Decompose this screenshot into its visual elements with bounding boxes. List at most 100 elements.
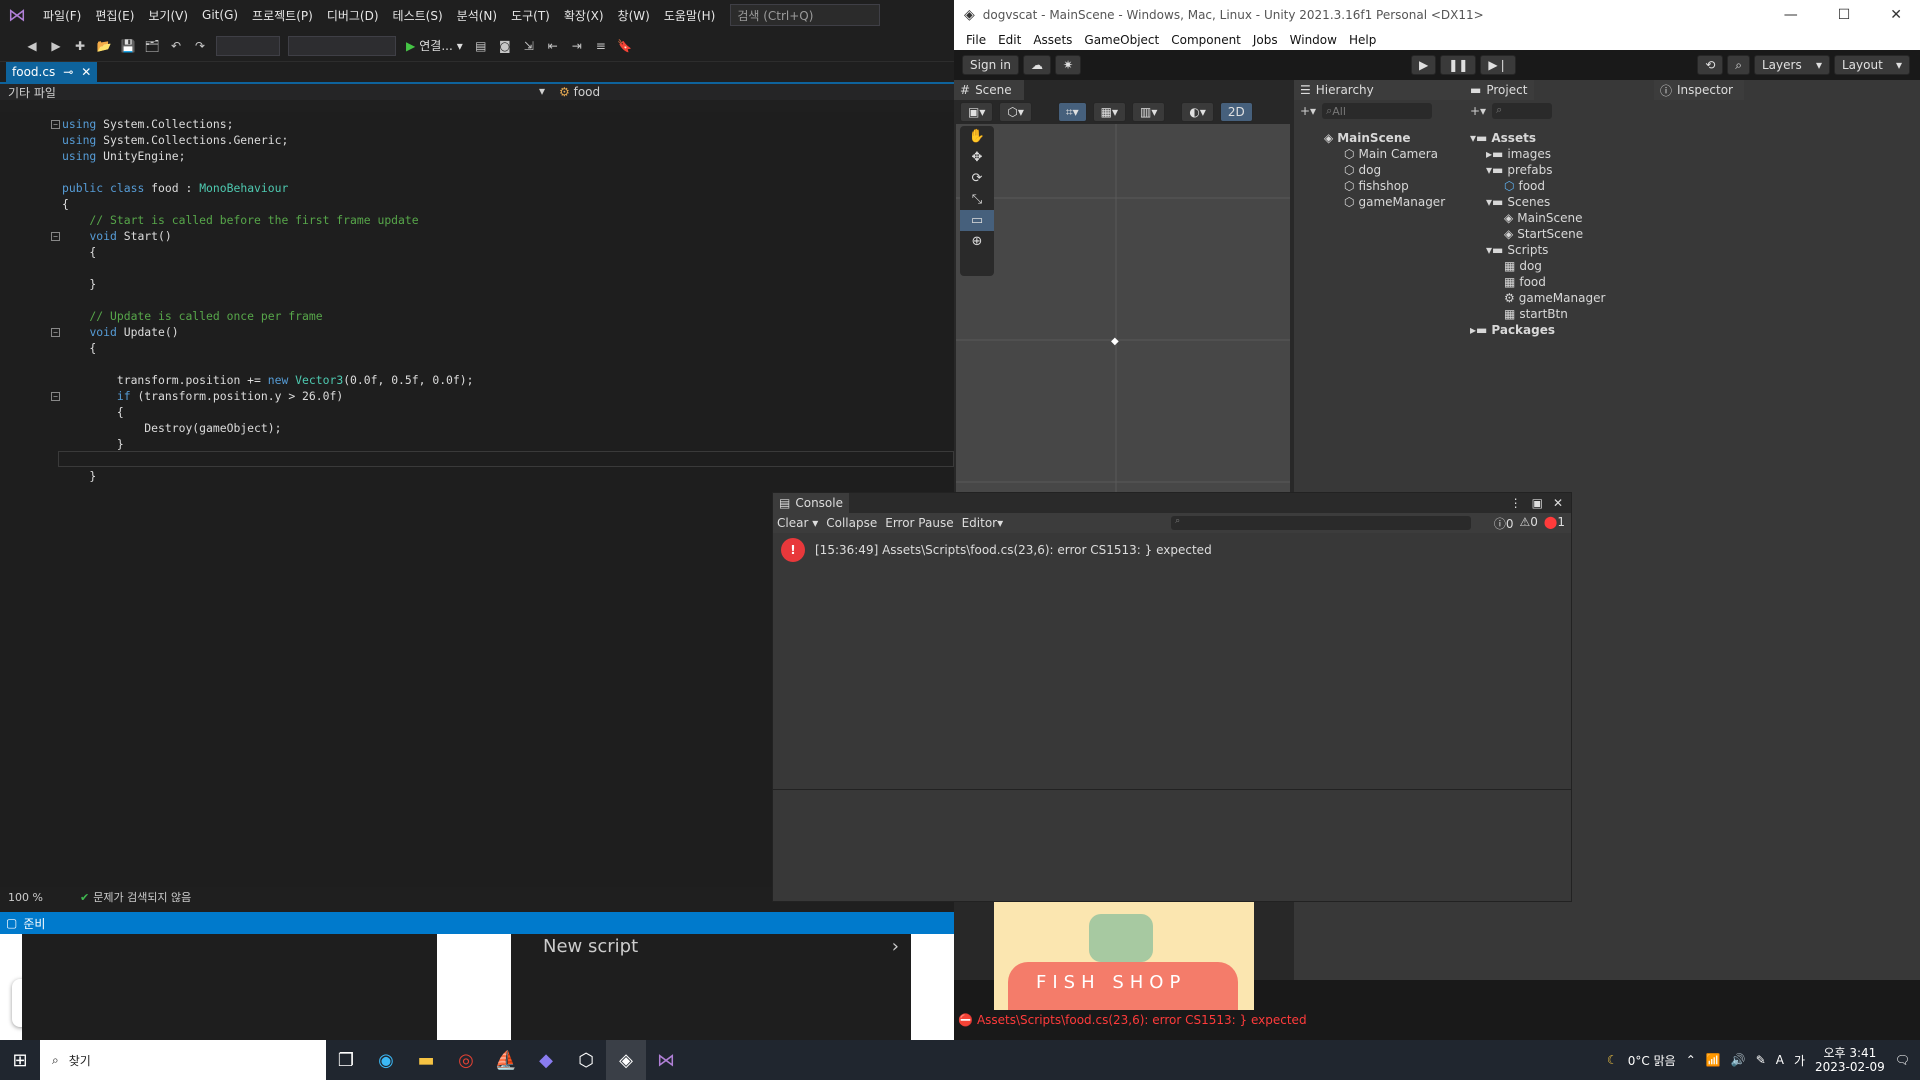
save-all-icon[interactable]: 🗂 — [144, 38, 160, 54]
layers-dropdown[interactable]: Layers ▾ — [1754, 55, 1830, 75]
unity-menu-item[interactable]: Assets — [1027, 33, 1078, 47]
tab-project[interactable]: ▬ Project — [1464, 80, 1534, 100]
console-search[interactable]: ⌕ — [1171, 516, 1472, 530]
pin-icon[interactable]: ⊸ — [63, 65, 73, 79]
minimize-icon[interactable]: — — [1784, 7, 1798, 23]
vs-logo-icon[interactable]: ⋈ — [8, 5, 26, 26]
unity-menu-item[interactable]: GameObject — [1078, 33, 1165, 47]
scale-tool-icon[interactable]: ⤡ — [960, 189, 994, 210]
kebab-icon[interactable]: ⋮ — [1510, 496, 1522, 510]
project-item[interactable]: ▾▬ Assets — [1470, 130, 1536, 146]
step-icon[interactable]: ⇲ — [521, 38, 537, 54]
unity-menu-item[interactable]: Jobs — [1247, 33, 1284, 47]
tab-hierarchy[interactable]: ☰ Hierarchy — [1294, 80, 1464, 100]
outdent-icon[interactable]: ⇤ — [545, 38, 561, 54]
notification-icon[interactable]: 🗨 — [1895, 1053, 1910, 1067]
project-item[interactable]: ▾▬ prefabs — [1486, 162, 1553, 178]
hierarchy-item[interactable]: ⬡ gameManager — [1344, 194, 1445, 210]
project-item[interactable]: ◈ MainScene — [1504, 210, 1582, 226]
warning-count-toggle[interactable]: ⚠0 — [1520, 515, 1538, 532]
hierarchy-search[interactable]: ⌕ All — [1322, 103, 1433, 119]
new-script-label[interactable]: New script — [543, 936, 638, 957]
unity-menu-item[interactable]: Help — [1343, 33, 1382, 47]
ime-indicator[interactable]: A — [1776, 1053, 1784, 1067]
log-count-toggle[interactable]: ⓘ0 — [1494, 515, 1514, 532]
status-error-message[interactable]: Assets\Scripts\food.cs(23,6): error CS15… — [977, 1013, 1307, 1027]
hierarchy-item[interactable]: ⬡ fishshop — [1344, 178, 1409, 194]
unity-menu-item[interactable]: Component — [1165, 33, 1247, 47]
collab-icon[interactable]: ✷ — [1054, 55, 1081, 75]
project-item[interactable]: ▸▬ Packages — [1470, 322, 1555, 338]
vs-menu-item[interactable]: 편집(E) — [88, 0, 141, 30]
pen-icon[interactable]: ✎ — [1756, 1053, 1766, 1067]
unity-hub-icon[interactable]: ⬡ — [566, 1040, 606, 1080]
scene-viewport[interactable]: ✋ ✥ ⟳ ⤡ ▭ ⊕ ◆ — [956, 124, 1290, 524]
editor-dropdown[interactable]: Editor▾ — [962, 516, 1004, 530]
draw-mode-dropdown[interactable]: ▣▾ — [960, 102, 994, 122]
project-item[interactable]: ⬡ food — [1504, 178, 1545, 194]
tab-scene[interactable]: # Scene — [954, 80, 1024, 100]
step-button[interactable]: ▶❘ — [1480, 55, 1516, 75]
hand-tool-icon[interactable]: ✋ — [960, 126, 994, 147]
open-icon[interactable]: 📂 — [96, 38, 112, 54]
unity-menu-item[interactable]: File — [960, 33, 992, 47]
start-button[interactable]: ▶ 연결... ▾ — [406, 37, 463, 54]
network-icon[interactable]: 📶 — [1706, 1053, 1721, 1067]
project-item[interactable]: ▦ food — [1504, 274, 1546, 290]
korean-ime-icon[interactable]: 가 — [1794, 1052, 1805, 1069]
forward-icon[interactable]: ▶ — [48, 38, 64, 54]
close-window-icon[interactable]: ✕ — [1890, 7, 1902, 23]
chrome-icon[interactable]: ◎ — [446, 1040, 486, 1080]
screenshot-icon[interactable]: ◙ — [497, 38, 513, 54]
layout-dropdown[interactable]: Layout ▾ — [1834, 55, 1910, 75]
grid-toggle[interactable]: ▦▾ — [1092, 102, 1127, 122]
error-pause-button[interactable]: Error Pause — [885, 516, 953, 530]
vs-menu-item[interactable]: Git(G) — [195, 0, 245, 30]
vs-menu-item[interactable]: 창(W) — [611, 0, 657, 30]
project-item[interactable]: ▾▬ Scenes — [1486, 194, 1550, 210]
new-project-icon[interactable]: ✚ — [72, 38, 88, 54]
close-icon[interactable]: ✕ — [81, 65, 91, 79]
fold-toggle[interactable]: − — [51, 120, 60, 129]
error-count-toggle[interactable]: ⬤1 — [1544, 515, 1565, 532]
clock[interactable]: 오후 3:41 2023-02-09 — [1815, 1046, 1885, 1074]
copilot-icon[interactable]: ◆ — [526, 1040, 566, 1080]
move-tool-icon[interactable]: ✥ — [960, 147, 994, 168]
bookmark-icon[interactable]: 🔖 — [617, 38, 633, 54]
vs-menu-item[interactable]: 디버그(D) — [320, 0, 386, 30]
visual-studio-icon[interactable]: ⋈ — [646, 1040, 686, 1080]
project-search[interactable]: ⌕ — [1492, 103, 1553, 119]
comment-icon[interactable]: ≡ — [593, 38, 609, 54]
maximize-icon[interactable]: ☐ — [1838, 7, 1851, 23]
pause-button[interactable]: ❚❚ — [1440, 55, 1477, 75]
ssh-app-icon[interactable]: ⛵ — [486, 1040, 526, 1080]
gizmo-toggle[interactable]: ⌗▾ — [1057, 102, 1087, 122]
hierarchy-item[interactable]: ⬡ Main Camera — [1344, 146, 1438, 162]
tab-food-cs[interactable]: food.cs ⊸ ✕ — [6, 62, 98, 82]
history-icon[interactable]: ⟲ — [1697, 55, 1724, 75]
add-asset-icon[interactable]: +▾ — [1470, 104, 1486, 118]
fold-toggle[interactable]: − — [51, 392, 60, 401]
vs-menu-item[interactable]: 도구(T) — [504, 0, 557, 30]
issues-status[interactable]: 문제가 검색되지 않음 — [93, 889, 191, 905]
vs-menu-item[interactable]: 도움말(H) — [657, 0, 723, 30]
zoom-level[interactable]: 100 % — [0, 891, 80, 904]
clear-button[interactable]: Clear ▾ — [777, 516, 818, 530]
transform-tool-icon[interactable]: ⊕ — [960, 231, 994, 252]
project-item[interactable]: ▦ startBtn — [1504, 306, 1568, 322]
fold-toggle[interactable]: − — [51, 232, 60, 241]
vs-search-input[interactable]: 검색 (Ctrl+Q) — [730, 4, 881, 26]
add-icon[interactable]: +▾ — [1300, 104, 1316, 118]
hierarchy-item[interactable]: ◈ MainScene — [1324, 130, 1411, 146]
windows-start-icon[interactable]: ⊞ — [0, 1040, 40, 1080]
vs-menu-item[interactable]: 확장(X) — [557, 0, 611, 30]
vs-menu-item[interactable]: 프로젝트(P) — [245, 0, 320, 30]
platform-combo[interactable] — [288, 35, 396, 56]
camera-gizmo-icon[interactable]: ◆ — [1111, 336, 1119, 347]
rect-tool-icon[interactable]: ▭ — [960, 210, 994, 231]
project-item[interactable]: ◈ StartScene — [1504, 226, 1583, 242]
indent-icon[interactable]: ⇥ — [569, 38, 585, 54]
project-item[interactable]: ⚙ gameManager — [1504, 290, 1605, 306]
render-mode-dropdown[interactable]: ⬡▾ — [999, 102, 1032, 122]
snap-toggle[interactable]: ▥▾ — [1132, 102, 1166, 122]
